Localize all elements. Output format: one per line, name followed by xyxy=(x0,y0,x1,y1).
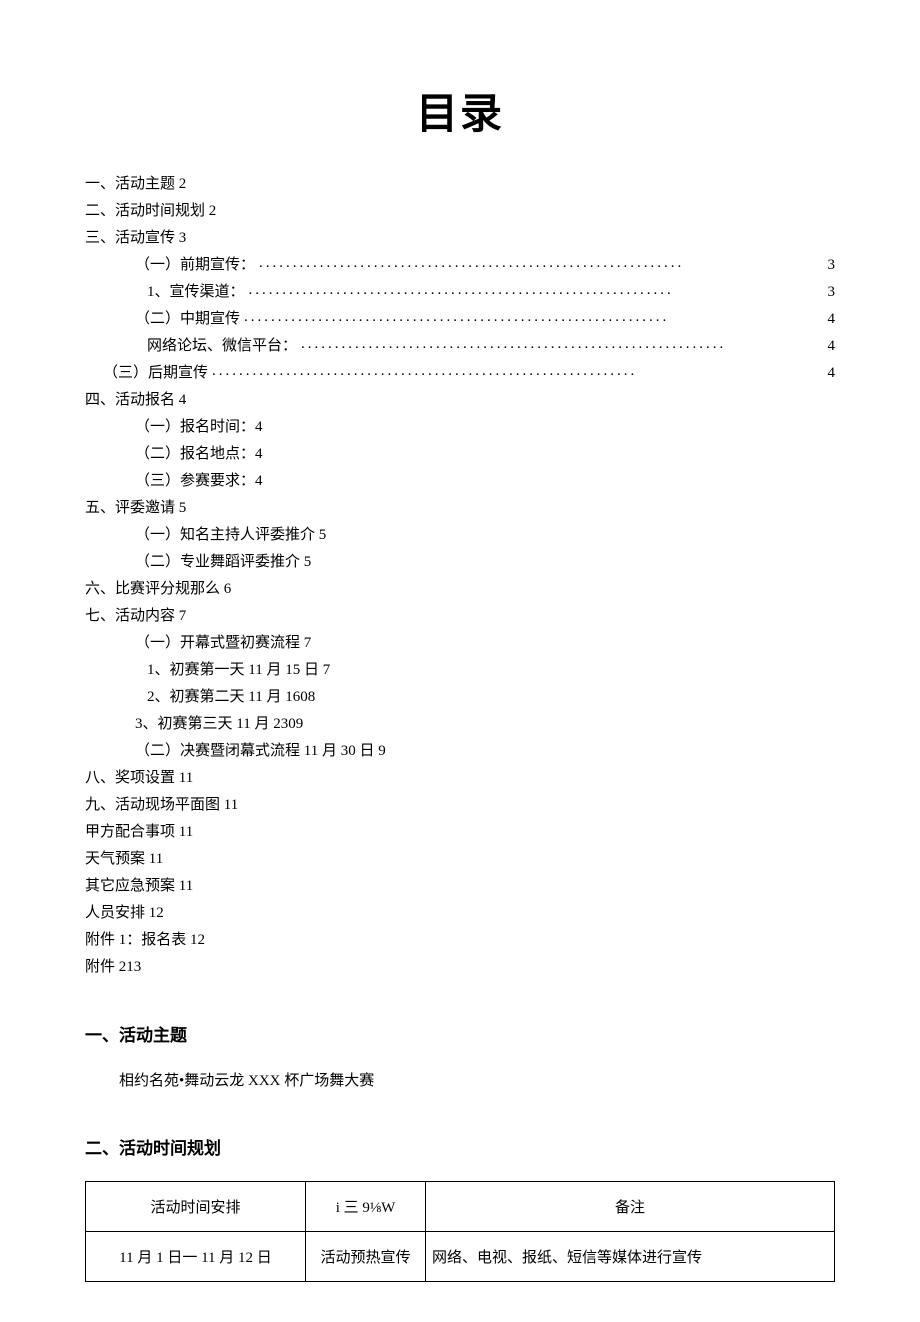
toc-item: （一）知名主持人评委推介 5 xyxy=(85,522,835,549)
table-header-note: 备注 xyxy=(426,1182,835,1232)
table-row: 11 月 1 日一 11 月 12 日 活动预热宣传 网络、电视、报纸、短信等媒… xyxy=(86,1232,835,1282)
toc-item-dotted: （三）后期宣传 ................................… xyxy=(85,360,835,387)
toc-item: 八、奖项设置 11 xyxy=(85,765,835,792)
toc-item: 一、活动主题 2 xyxy=(85,171,835,198)
toc-item-dotted: （一）前期宣传： ...............................… xyxy=(85,252,835,279)
toc-item: （二）专业舞蹈评委推介 5 xyxy=(85,549,835,576)
toc-item-dotted: 1、宣传渠道： ................................… xyxy=(85,279,835,306)
schedule-table: 活动时间安排 i 三 9⅛W 备注 11 月 1 日一 11 月 12 日 活动… xyxy=(85,1181,835,1282)
toc-item: 其它应急预案 11 xyxy=(85,873,835,900)
table-header-time: 活动时间安排 xyxy=(86,1182,306,1232)
table-header-type: i 三 9⅛W xyxy=(306,1182,426,1232)
toc-label: （一）前期宣传： xyxy=(135,252,255,279)
section-heading-theme: 一、活动主题 xyxy=(85,1021,835,1046)
table-cell-type: 活动预热宣传 xyxy=(306,1232,426,1282)
toc-page: 4 xyxy=(828,306,836,333)
toc-item: （三）参赛要求：4 xyxy=(85,468,835,495)
toc-leader: ........................................… xyxy=(245,279,828,304)
toc-item: 四、活动报名 4 xyxy=(85,387,835,414)
toc-item: 天气预案 11 xyxy=(85,846,835,873)
toc-page: 3 xyxy=(828,252,836,279)
toc-item: 附件 1：报名表 12 xyxy=(85,927,835,954)
toc-item: 五、评委邀请 5 xyxy=(85,495,835,522)
toc-item: （一）报名时间：4 xyxy=(85,414,835,441)
section-body-theme: 相约名苑•舞动云龙 XXX 杯广场舞大赛 xyxy=(85,1068,835,1094)
toc-item: 三、活动宣传 3 xyxy=(85,225,835,252)
toc-item: （二）报名地点：4 xyxy=(85,441,835,468)
toc-page: 4 xyxy=(828,333,836,360)
toc-label: （三）后期宣传 xyxy=(103,360,208,387)
toc-item: 二、活动时间规划 2 xyxy=(85,198,835,225)
toc-page: 3 xyxy=(828,279,836,306)
toc-item-dotted: （二）中期宣传 ................................… xyxy=(85,306,835,333)
toc-item: （二）决赛暨闭幕式流程 11 月 30 日 9 xyxy=(85,738,835,765)
toc-item: 3、初赛第三天 11 月 2309 xyxy=(85,711,835,738)
page-title: 目录 xyxy=(85,80,835,141)
toc-item: （一）开幕式暨初赛流程 7 xyxy=(85,630,835,657)
toc-page: 4 xyxy=(828,360,836,387)
toc-item: 六、比赛评分规那么 6 xyxy=(85,576,835,603)
toc-leader: ........................................… xyxy=(255,252,827,277)
section-heading-schedule: 二、活动时间规划 xyxy=(85,1134,835,1159)
toc-item: 1、初赛第一天 11 月 15 日 7 xyxy=(85,657,835,684)
toc-item: 附件 213 xyxy=(85,954,835,981)
toc-item: 甲方配合事项 11 xyxy=(85,819,835,846)
table-cell-time: 11 月 1 日一 11 月 12 日 xyxy=(86,1232,306,1282)
toc-leader: ........................................… xyxy=(297,333,827,358)
toc-label: 网络论坛、微信平台： xyxy=(147,333,297,360)
table-row: 活动时间安排 i 三 9⅛W 备注 xyxy=(86,1182,835,1232)
toc-leader: ........................................… xyxy=(208,360,827,385)
toc-item: 人员安排 12 xyxy=(85,900,835,927)
table-cell-note: 网络、电视、报纸、短信等媒体进行宣传 xyxy=(426,1232,835,1282)
toc-label: （二）中期宣传 xyxy=(135,306,240,333)
toc-item: 2、初赛第二天 11 月 1608 xyxy=(85,684,835,711)
toc-item: 九、活动现场平面图 11 xyxy=(85,792,835,819)
toc-leader: ........................................… xyxy=(240,306,827,331)
toc-label: 1、宣传渠道： xyxy=(147,279,245,306)
toc-item-dotted: 网络论坛、微信平台： .............................… xyxy=(85,333,835,360)
toc-item: 七、活动内容 7 xyxy=(85,603,835,630)
